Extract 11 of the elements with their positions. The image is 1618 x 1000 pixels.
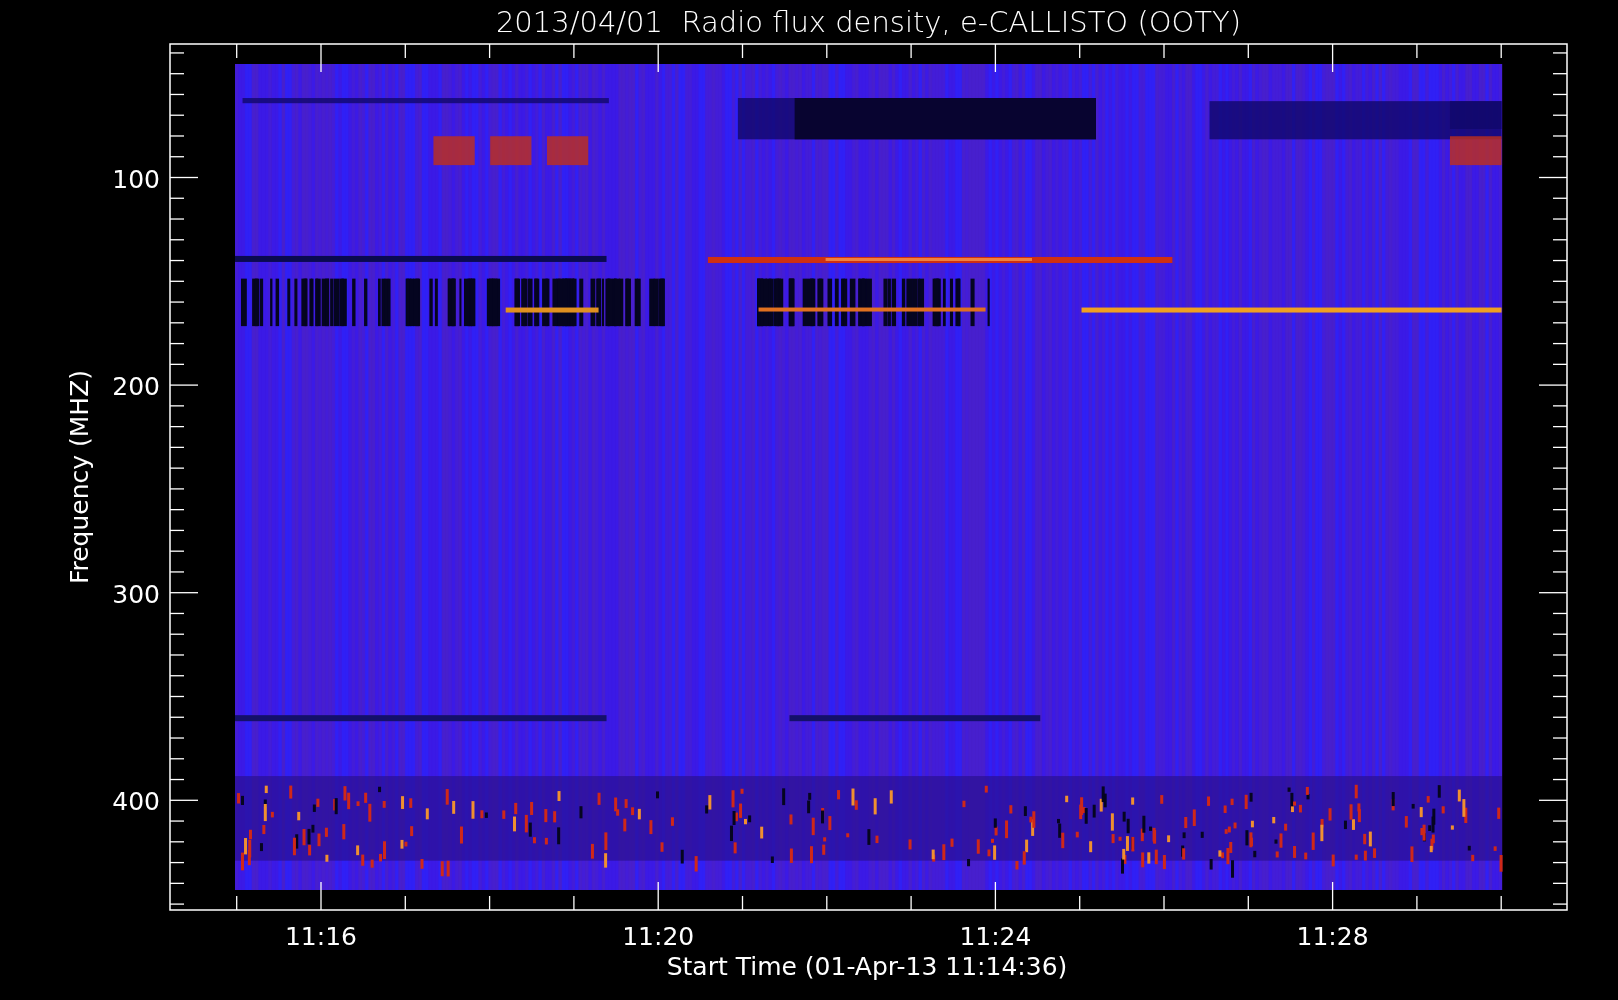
x-tick-label: 11:20 [622, 922, 695, 951]
y-tick-label: 200 [112, 372, 160, 402]
y-tick-label: 100 [112, 164, 160, 194]
x-axis-label: Start Time (01-Apr-13 11:14:36) [666, 952, 1068, 981]
x-tick-label: 11:24 [959, 922, 1032, 951]
y-tick-label: 400 [112, 787, 160, 817]
y-axis-label: Frequency (MHZ) [65, 369, 94, 585]
chart-title: 2013/04/01 Radio flux density, e-CALLISTO (OOTY) [495, 5, 1242, 39]
x-tick-label: 11:28 [1296, 922, 1369, 951]
x-tick-label: 11:16 [285, 922, 357, 951]
y-tick-label: 300 [112, 579, 160, 609]
